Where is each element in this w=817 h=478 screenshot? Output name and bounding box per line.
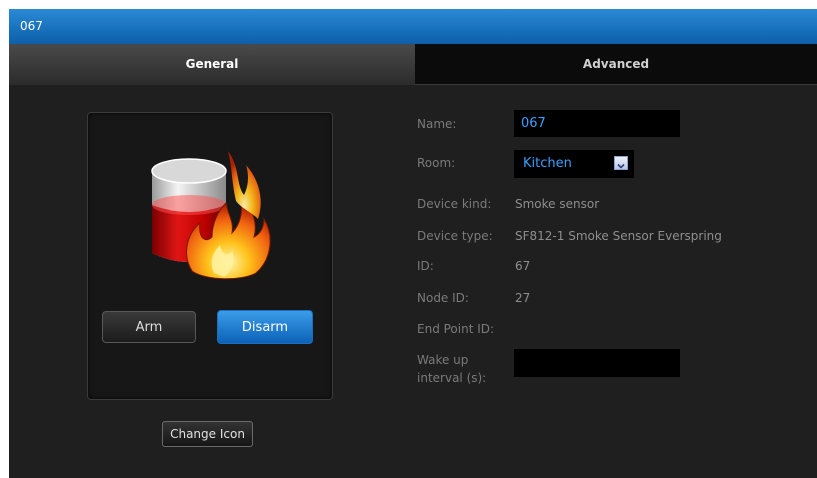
smoke-sensor-fire-icon <box>151 151 271 280</box>
window-title: 067 <box>20 19 43 33</box>
node-id-value: 27 <box>515 291 531 305</box>
device-kind-value: Smoke sensor <box>515 197 600 211</box>
wake-up-label-line1: Wake up <box>417 353 469 367</box>
room-selected-value: Kitchen <box>523 156 572 171</box>
tab-bar: General Advanced <box>9 44 817 85</box>
device-icon-panel: Arm Disarm <box>87 112 333 400</box>
end-point-id-label: End Point ID: <box>417 322 495 336</box>
chevron-down-icon[interactable] <box>614 156 628 170</box>
room-label: Room: <box>417 156 456 170</box>
id-value: 67 <box>515 259 531 273</box>
arm-button[interactable]: Arm <box>102 311 196 343</box>
wake-up-interval-input[interactable] <box>514 349 680 377</box>
device-type-label: Device type: <box>417 229 493 243</box>
room-select[interactable]: Kitchen <box>514 150 634 178</box>
id-label: ID: <box>417 259 434 273</box>
device-kind-label: Device kind: <box>417 197 492 211</box>
disarm-button[interactable]: Disarm <box>217 310 313 344</box>
name-input[interactable]: 067 <box>514 110 680 137</box>
title-bar: 067 <box>9 9 817 44</box>
node-id-label: Node ID: <box>417 291 469 305</box>
tab-general[interactable]: General <box>9 44 415 85</box>
device-type-value: SF812-1 Smoke Sensor Everspring <box>515 229 722 243</box>
name-label: Name: <box>417 117 457 131</box>
tab-advanced[interactable]: Advanced <box>415 44 817 85</box>
wake-up-label-line2: interval (s): <box>417 371 487 385</box>
device-dialog: 067 General Advanced Arm Disarm Change I… <box>9 9 817 478</box>
change-icon-button[interactable]: Change Icon <box>162 421 253 447</box>
